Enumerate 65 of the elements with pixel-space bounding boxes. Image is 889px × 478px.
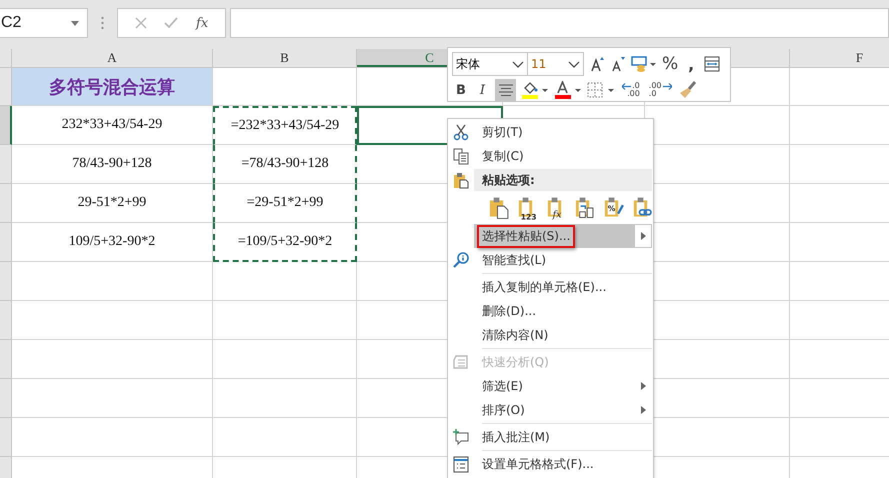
number-format-icon[interactable] — [631, 56, 657, 72]
quick-analysis-icon — [453, 354, 469, 370]
scissors-icon — [453, 124, 469, 140]
italic-button[interactable]: I — [474, 82, 490, 98]
caret-icon[interactable] — [71, 20, 79, 26]
cell-reference: C2 — [0, 14, 22, 32]
menu-item[interactable]: 选择性粘贴(S)... — [477, 224, 576, 248]
grip-icon — [101, 16, 104, 30]
menu-item[interactable]: 排序(O) — [482, 402, 525, 418]
table-cell: 78/43-90+128 — [12, 145, 213, 184]
table-cell: =232*33+43/54-29 — [213, 106, 357, 145]
submenu-arrow-icon[interactable] — [640, 406, 646, 414]
font-size-dropdown[interactable]: 11 — [527, 52, 584, 76]
title-cell: 多符号混合运算 — [12, 68, 213, 106]
fill-color-icon[interactable] — [521, 81, 550, 99]
menu-item[interactable]: 插入复制的单元格(E)... — [482, 278, 606, 296]
chevron-icon[interactable] — [512, 60, 524, 68]
submenu-arrow-icon[interactable] — [640, 382, 646, 390]
chevron-icon[interactable] — [568, 60, 580, 68]
insert-function-button[interactable]: fx — [196, 16, 208, 30]
decrease-font-icon[interactable] — [610, 56, 626, 72]
menu-item[interactable]: 插入批注(M) — [482, 428, 550, 446]
paintbrush-icon[interactable] — [678, 81, 697, 99]
comment-icon — [453, 428, 469, 446]
format-cells-icon — [453, 456, 469, 472]
menu-item[interactable]: 剪切(T) — [482, 124, 523, 140]
submenu-arrow-icon[interactable] — [640, 232, 646, 240]
copy-icon — [453, 148, 469, 164]
borders-icon[interactable] — [587, 82, 616, 98]
table-cell: 232*33+43/54-29 — [12, 106, 213, 145]
font-name-dropdown[interactable]: 宋体 — [452, 52, 528, 76]
right-arrow-icon — [662, 82, 672, 90]
column-header[interactable]: F — [790, 49, 889, 67]
menu-section-header: 粘贴选项: — [474, 169, 652, 191]
comma-style-button[interactable]: , — [683, 54, 700, 74]
table-cell: =29-51*2+99 — [213, 184, 357, 223]
formula-input[interactable] — [230, 8, 889, 38]
increase-decimal-button[interactable]: .00 .0 — [646, 82, 674, 98]
smart-lookup-icon — [453, 252, 469, 268]
menu-item[interactable]: 删除(D)... — [482, 302, 536, 320]
decrease-decimal-button[interactable]: .0 .00 — [620, 82, 642, 98]
table-cell: 29-51*2+99 — [12, 184, 213, 223]
row-header[interactable] — [0, 106, 12, 145]
menu-item[interactable]: 设置单元格格式(F)... — [482, 456, 594, 472]
check-icon[interactable] — [164, 17, 178, 29]
name-box[interactable]: C2 — [0, 8, 88, 38]
column-header[interactable]: A — [12, 49, 213, 67]
column-width-icon[interactable] — [704, 56, 720, 72]
paste-icon[interactable] — [488, 196, 509, 220]
table-cell: 109/5+32-90*2 — [12, 223, 213, 262]
paste-transpose-icon[interactable] — [574, 196, 596, 220]
bold-button[interactable]: B — [452, 82, 470, 98]
font-color-icon[interactable] — [554, 81, 582, 99]
menu-item[interactable]: 清除内容(N) — [482, 326, 548, 344]
table-cell: =109/5+32-90*2 — [213, 223, 357, 262]
align-center-icon — [498, 84, 514, 96]
table-cell: =78/43-90+128 — [213, 145, 357, 184]
menu-item[interactable]: 筛选(E) — [482, 378, 523, 394]
menu-item[interactable]: 复制(C) — [482, 148, 524, 164]
clipboard-icon — [453, 172, 469, 188]
center-align-button[interactable] — [495, 79, 516, 101]
percent-style-button[interactable]: % — [662, 54, 678, 74]
increase-font-icon[interactable] — [589, 56, 605, 72]
left-arrow-icon — [622, 82, 632, 90]
menu-item[interactable]: 智能查找(L) — [482, 252, 546, 268]
